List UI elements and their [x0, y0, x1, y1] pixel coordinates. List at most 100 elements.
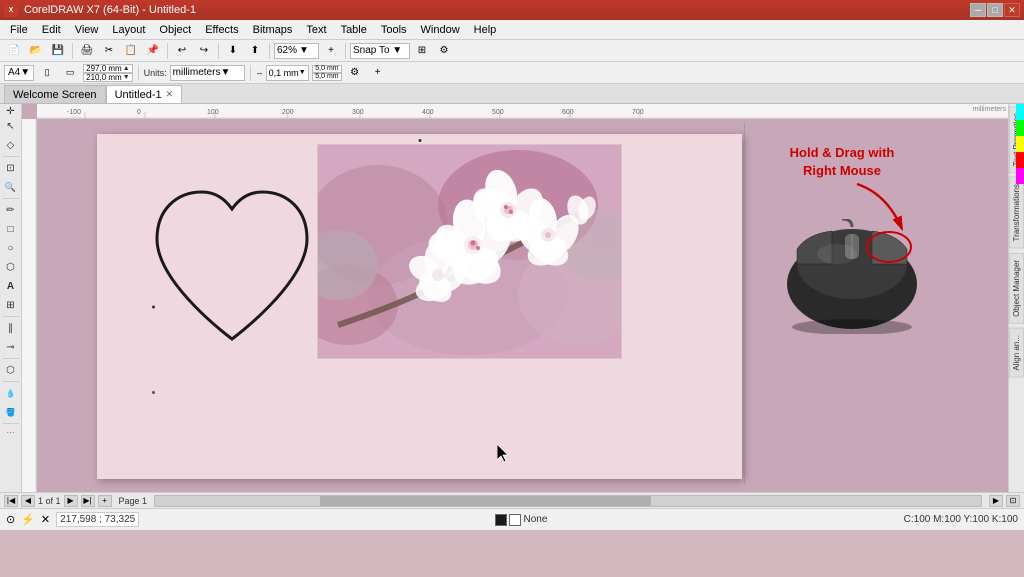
no-color-indicator[interactable]: ✕ — [41, 513, 50, 526]
setup-btn[interactable]: ⚙ — [345, 64, 365, 82]
blend-tool[interactable]: ⬡ — [2, 361, 20, 379]
tab-close-btn[interactable]: ✕ — [166, 89, 174, 100]
zoom-tool[interactable]: 🔍 — [2, 178, 20, 196]
zoom-in-btn[interactable]: + — [321, 42, 341, 60]
menu-help[interactable]: Help — [468, 22, 503, 38]
add-page-nav[interactable]: + — [98, 495, 112, 507]
tool-sep1 — [3, 156, 19, 157]
table-tool[interactable]: ⊞ — [2, 296, 20, 314]
print-btn[interactable]: 🖨 — [77, 42, 97, 60]
maximize-btn[interactable]: □ — [987, 3, 1003, 17]
tool-indicator: ✛ — [3, 106, 19, 116]
paper-size-dropdown[interactable]: A4 ▼ — [4, 65, 34, 81]
scroll-resize[interactable]: ⊡ — [1006, 495, 1020, 507]
import-btn[interactable]: ⬇ — [223, 42, 243, 60]
svg-text:200: 200 — [282, 109, 294, 116]
node-tool[interactable]: ◇ — [2, 136, 20, 154]
menu-bitmaps[interactable]: Bitmaps — [247, 22, 299, 38]
redo-btn[interactable]: ↪ — [194, 42, 214, 60]
pick-tool[interactable]: ↖ — [2, 117, 20, 135]
rect-tool[interactable]: □ — [2, 220, 20, 238]
page-right-border — [744, 124, 745, 484]
eyedropper-tool[interactable]: 💧 — [2, 384, 20, 402]
open-btn[interactable]: 📂 — [26, 42, 46, 60]
toolbox: ✛ ↖ ◇ ⊡ 🔍 ✏ □ ○ ⬡ A ⊞ ∥ ⊸ ⬡ 💧 🪣 ··· — [0, 104, 22, 492]
color-cyan[interactable] — [1016, 104, 1024, 120]
status-bar: ⊙ ⚡ ✕ 217,598 ; 73,325 None C:100 M:100 … — [0, 508, 1024, 530]
portrait-btn[interactable]: ▯ — [37, 64, 57, 82]
separator1 — [72, 43, 73, 59]
separator4 — [269, 43, 270, 59]
separator2 — [167, 43, 168, 59]
crop-tool[interactable]: ⊡ — [2, 159, 20, 177]
ruler-vertical — [22, 119, 37, 492]
tab-welcome-screen[interactable]: Welcome Screen — [4, 85, 106, 103]
color-magenta[interactable] — [1016, 168, 1024, 184]
menu-object[interactable]: Object — [153, 22, 197, 38]
export-btn[interactable]: ⬆ — [245, 42, 265, 60]
save-btn[interactable]: 💾 — [48, 42, 68, 60]
menu-window[interactable]: Window — [415, 22, 466, 38]
prev-page[interactable]: ◀ — [21, 495, 35, 507]
scroll-right-nav[interactable]: ▶ — [989, 495, 1003, 507]
window-controls: ─ □ ✕ — [970, 3, 1020, 17]
cut-btn[interactable]: ✂ — [99, 42, 119, 60]
color-profile-display: C:100 M:100 Y:100 K:100 — [904, 514, 1018, 525]
options-btn[interactable]: ⚙ — [434, 42, 454, 60]
parallel-tool[interactable]: ∥ — [2, 319, 20, 337]
menu-view[interactable]: View — [69, 22, 105, 38]
units-dropdown[interactable]: millimeters ▼ — [170, 65, 245, 81]
tool-sep4 — [3, 358, 19, 359]
connector-tool[interactable]: ⊸ — [2, 338, 20, 356]
h-scrollbar[interactable] — [154, 495, 982, 507]
next-page-end[interactable]: ▶| — [81, 495, 95, 507]
add-page-btn[interactable]: + — [368, 64, 388, 82]
copy-btn[interactable]: 📋 — [121, 42, 141, 60]
more-tools[interactable]: ··· — [3, 426, 19, 438]
next-page[interactable]: ▶ — [64, 495, 78, 507]
menu-effects[interactable]: Effects — [199, 22, 244, 38]
status-icon2[interactable]: ⚡ — [21, 513, 35, 526]
freehand-tool[interactable]: ✏ — [2, 201, 20, 219]
panel-transformations[interactable]: Transformations — [1009, 177, 1024, 249]
zoom-dropdown[interactable]: 62% ▼ — [274, 43, 319, 59]
ellipse-tool[interactable]: ○ — [2, 239, 20, 257]
menu-edit[interactable]: Edit — [36, 22, 67, 38]
panel-object-manager[interactable]: Object Manager — [1009, 253, 1024, 324]
grid-btn[interactable]: ⊞ — [412, 42, 432, 60]
landscape-btn[interactable]: ▭ — [60, 64, 80, 82]
paste-btn[interactable]: 📌 — [143, 42, 163, 60]
menu-text[interactable]: Text — [300, 22, 332, 38]
minimize-btn[interactable]: ─ — [970, 3, 986, 17]
status-icon1[interactable]: ⊙ — [6, 513, 15, 526]
canvas-area[interactable]: -100 0 100 200 300 400 500 600 700 — [22, 104, 1008, 492]
nudge-h-input[interactable]: 5,0 mm 5,0 mm — [312, 65, 342, 81]
tool-sep6 — [3, 423, 19, 424]
svg-text:700: 700 — [632, 109, 644, 116]
fill-swatch — [509, 514, 521, 526]
width-input[interactable]: 297,0 mm ▲ 210,0 mm ▼ — [83, 64, 133, 82]
color-yellow[interactable] — [1016, 136, 1024, 152]
fill-tool[interactable]: 🪣 — [2, 403, 20, 421]
menu-file[interactable]: File — [4, 22, 34, 38]
tab-untitled1[interactable]: Untitled-1 ✕ — [106, 85, 183, 103]
snap-to-dropdown[interactable]: Snap To ▼ — [350, 43, 410, 59]
menu-layout[interactable]: Layout — [106, 22, 151, 38]
color-green[interactable] — [1016, 120, 1024, 136]
color-red[interactable] — [1016, 152, 1024, 168]
undo-btn[interactable]: ↩ — [172, 42, 192, 60]
title-text: CorelDRAW X7 (64-Bit) - Untitled-1 — [24, 4, 196, 16]
panel-align[interactable]: Align an... — [1009, 328, 1024, 378]
polygon-tool[interactable]: ⬡ — [2, 258, 20, 276]
flower-image[interactable] — [317, 144, 622, 359]
close-btn[interactable]: ✕ — [1004, 3, 1020, 17]
new-btn[interactable]: 📄 — [4, 42, 24, 60]
separator3 — [218, 43, 219, 59]
prev-page-start[interactable]: |◀ — [4, 495, 18, 507]
menu-table[interactable]: Table — [335, 22, 373, 38]
text-tool[interactable]: A — [2, 277, 20, 295]
title-bar: X CorelDRAW X7 (64-Bit) - Untitled-1 ─ □… — [0, 0, 1024, 20]
nudge-input[interactable]: ↔ 0,1 mm ▼ — [256, 65, 309, 81]
menu-tools[interactable]: Tools — [375, 22, 413, 38]
zoom-value: 62% — [277, 45, 297, 56]
